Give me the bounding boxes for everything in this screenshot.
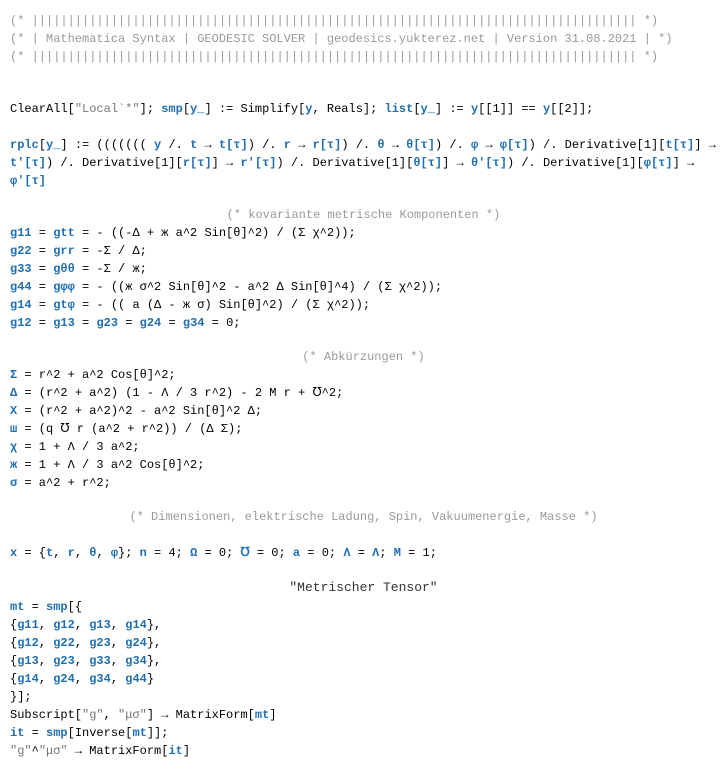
comment-dimensionen: (* Dimensionen, elektrische Ladung, Spin… — [10, 508, 717, 526]
metrischer-tensor-title: "Metrischer Tensor" — [10, 578, 717, 598]
sigma-line: Σ = r^2 + a^2 Cos[θ]^2; — [10, 366, 717, 384]
g44-line: g44 = gφφ = - ((ж σ^2 Sin[θ]^2 - a^2 Δ S… — [10, 278, 717, 296]
mt-row3: {g13, g23, g33, g34}, — [10, 652, 717, 670]
g14-line: g14 = gtφ = - (( a (Δ - ж σ) Sin[θ]^2) /… — [10, 296, 717, 314]
mt-open: mt = smp[{ — [10, 598, 717, 616]
mt-row1: {g11, g12, g13, g14}, — [10, 616, 717, 634]
clearall-line: ClearAll["Local`*"]; smp[y_] := Simplify… — [10, 82, 717, 118]
subscript-line: Subscript["g", "μσ"] → MatrixForm[mt] — [10, 706, 717, 724]
it-line: it = smp[Inverse[mt]]; — [10, 724, 717, 742]
superscript-line: "g"^"μσ" → MatrixForm[it] — [10, 742, 717, 760]
header-bar-bottom: (* |||||||||||||||||||||||||||||||||||||… — [10, 48, 717, 66]
rplc-line: rplc[y_] := ((((((( y /. t → t[τ]) /. r … — [10, 118, 717, 190]
chi-lower-line: χ = 1 + Λ / 3 a^2; — [10, 438, 717, 456]
header-bar-top: (* |||||||||||||||||||||||||||||||||||||… — [10, 12, 717, 30]
comment-abkuerzungen: (* Abkürzungen *) — [10, 348, 717, 366]
dims-line: x = {t, r, θ, φ}; n = 4; Ω = 0; ℧ = 0; a… — [10, 526, 717, 562]
g22-line: g22 = grr = -Σ / Δ; — [10, 242, 717, 260]
smallsigma-line: σ = a^2 + r^2; — [10, 474, 717, 492]
gzeros-line: g12 = g13 = g23 = g24 = g34 = 0; — [10, 314, 717, 332]
g11-line: g11 = gtt = - ((-Δ + ж a^2 Sin[θ]^2) / (… — [10, 224, 717, 242]
sha-line: ш = (q ℧ r (a^2 + r^2)) / (Δ Σ); — [10, 420, 717, 438]
zhe-line: ж = 1 + Λ / 3 a^2 Cos[θ]^2; — [10, 456, 717, 474]
g33-line: g33 = gθθ = -Σ / ж; — [10, 260, 717, 278]
code-block: (* |||||||||||||||||||||||||||||||||||||… — [10, 12, 717, 760]
mt-row2: {g12, g22, g23, g24}, — [10, 634, 717, 652]
comment-kovariante: (* kovariante metrische Komponenten *) — [10, 206, 717, 224]
delta-line: Δ = (r^2 + a^2) (1 - Λ / 3 r^2) - 2 M r … — [10, 384, 717, 402]
mt-close: }]; — [10, 688, 717, 706]
chi-upper-line: Χ = (r^2 + a^2)^2 - a^2 Sin[θ]^2 Δ; — [10, 402, 717, 420]
header-title: (* | Mathematica Syntax | GEODESIC SOLVE… — [10, 30, 717, 48]
mt-row4: {g14, g24, g34, g44} — [10, 670, 717, 688]
